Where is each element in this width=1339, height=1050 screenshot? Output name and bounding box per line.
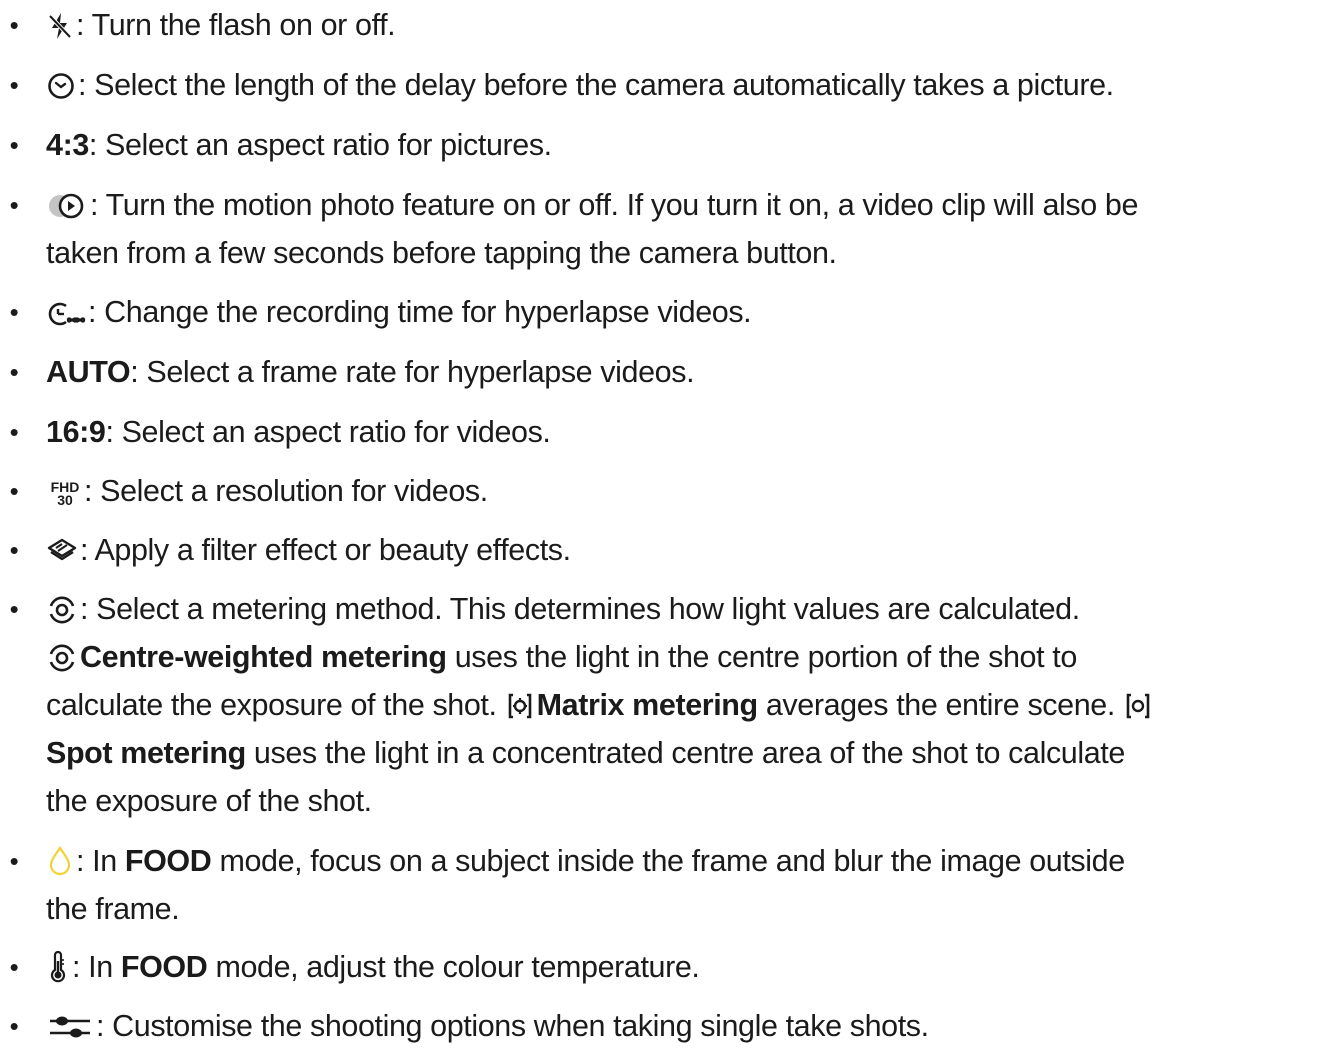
matrix-metering-label: Matrix metering (536, 688, 759, 722)
centre-weighted-metering-description-continued: calculate the exposure of the shot. (46, 688, 497, 722)
thermometer-icon (46, 951, 70, 983)
spot-metering-label: Spot metering (46, 736, 246, 770)
item-description: : Select an aspect ratio for videos. (105, 415, 551, 449)
item-description: mode, adjust the colour temperature. (215, 950, 700, 984)
item-description-continued: taken from a few seconds before tapping … (46, 236, 837, 270)
item-description: : Apply a filter effect or beauty effect… (80, 533, 571, 567)
item-description: : Select a frame rate for hyperlapse vid… (130, 355, 695, 389)
bullet: • (9, 476, 19, 506)
aspect-ratio-label: 16:9 (46, 415, 106, 449)
sliders-icon (46, 1012, 94, 1042)
food-mode-label: FOOD (120, 950, 208, 984)
hyperlapse-time-icon (46, 298, 86, 328)
bullet: • (9, 952, 19, 982)
item-description: : Turn the flash on or off. (76, 8, 396, 42)
bullet: • (9, 535, 19, 565)
frame-rate-label: AUTO (46, 355, 131, 389)
focus-drop-icon (46, 845, 74, 877)
spot-metering-description: uses the light in a concentrated centre … (253, 736, 1125, 770)
bullet: • (9, 190, 19, 220)
filter-layers-icon (46, 536, 78, 566)
bullet: • (9, 70, 19, 100)
bullet: • (9, 130, 19, 160)
motion-photo-icon (46, 191, 88, 221)
item-description-prefix: : In (76, 844, 117, 878)
centre-weighted-metering-icon (46, 643, 78, 673)
item-description-prefix: : In (72, 950, 113, 984)
bullet: • (9, 297, 19, 327)
matrix-metering-description: averages the entire scene. (765, 688, 1115, 722)
spot-metering-icon (1123, 691, 1153, 721)
resolution-icon: FHD 30 (46, 480, 84, 508)
aspect-ratio-label: 4:3 (46, 128, 89, 162)
item-description: : Customise the shooting options when ta… (96, 1009, 929, 1043)
timer-icon (46, 71, 76, 101)
resolution-icon-bottom: 30 (57, 492, 73, 508)
food-mode-label: FOOD (124, 844, 212, 878)
bullet: • (9, 357, 19, 387)
item-description: : Change the recording time for hyperlap… (88, 295, 752, 329)
spot-metering-description-continued: the exposure of the shot. (46, 784, 372, 818)
flash-off-icon (46, 11, 74, 41)
item-description: : Turn the motion photo feature on or of… (90, 188, 1139, 222)
item-description: : Select a metering method. This determi… (80, 592, 1080, 626)
item-description: : Select the length of the delay before … (78, 68, 1114, 102)
item-description: : Select an aspect ratio for pictures. (88, 128, 552, 162)
camera-options-list: • : Turn the flash on or off. • : Select… (0, 0, 1339, 1045)
item-description: mode, focus on a subject inside the fram… (219, 844, 1125, 878)
matrix-metering-icon (505, 691, 535, 721)
bullet: • (9, 10, 19, 40)
bullet: • (9, 417, 19, 447)
bullet: • (9, 1011, 19, 1041)
item-description-continued: the frame. (46, 892, 180, 926)
bullet: • (9, 846, 19, 876)
centre-weighted-metering-label: Centre-weighted metering (80, 640, 447, 674)
centre-weighted-metering-description: uses the light in the centre portion of … (454, 640, 1078, 674)
item-description: : Select a resolution for videos. (84, 474, 488, 508)
bullet: • (9, 594, 19, 624)
metering-icon (46, 595, 78, 625)
